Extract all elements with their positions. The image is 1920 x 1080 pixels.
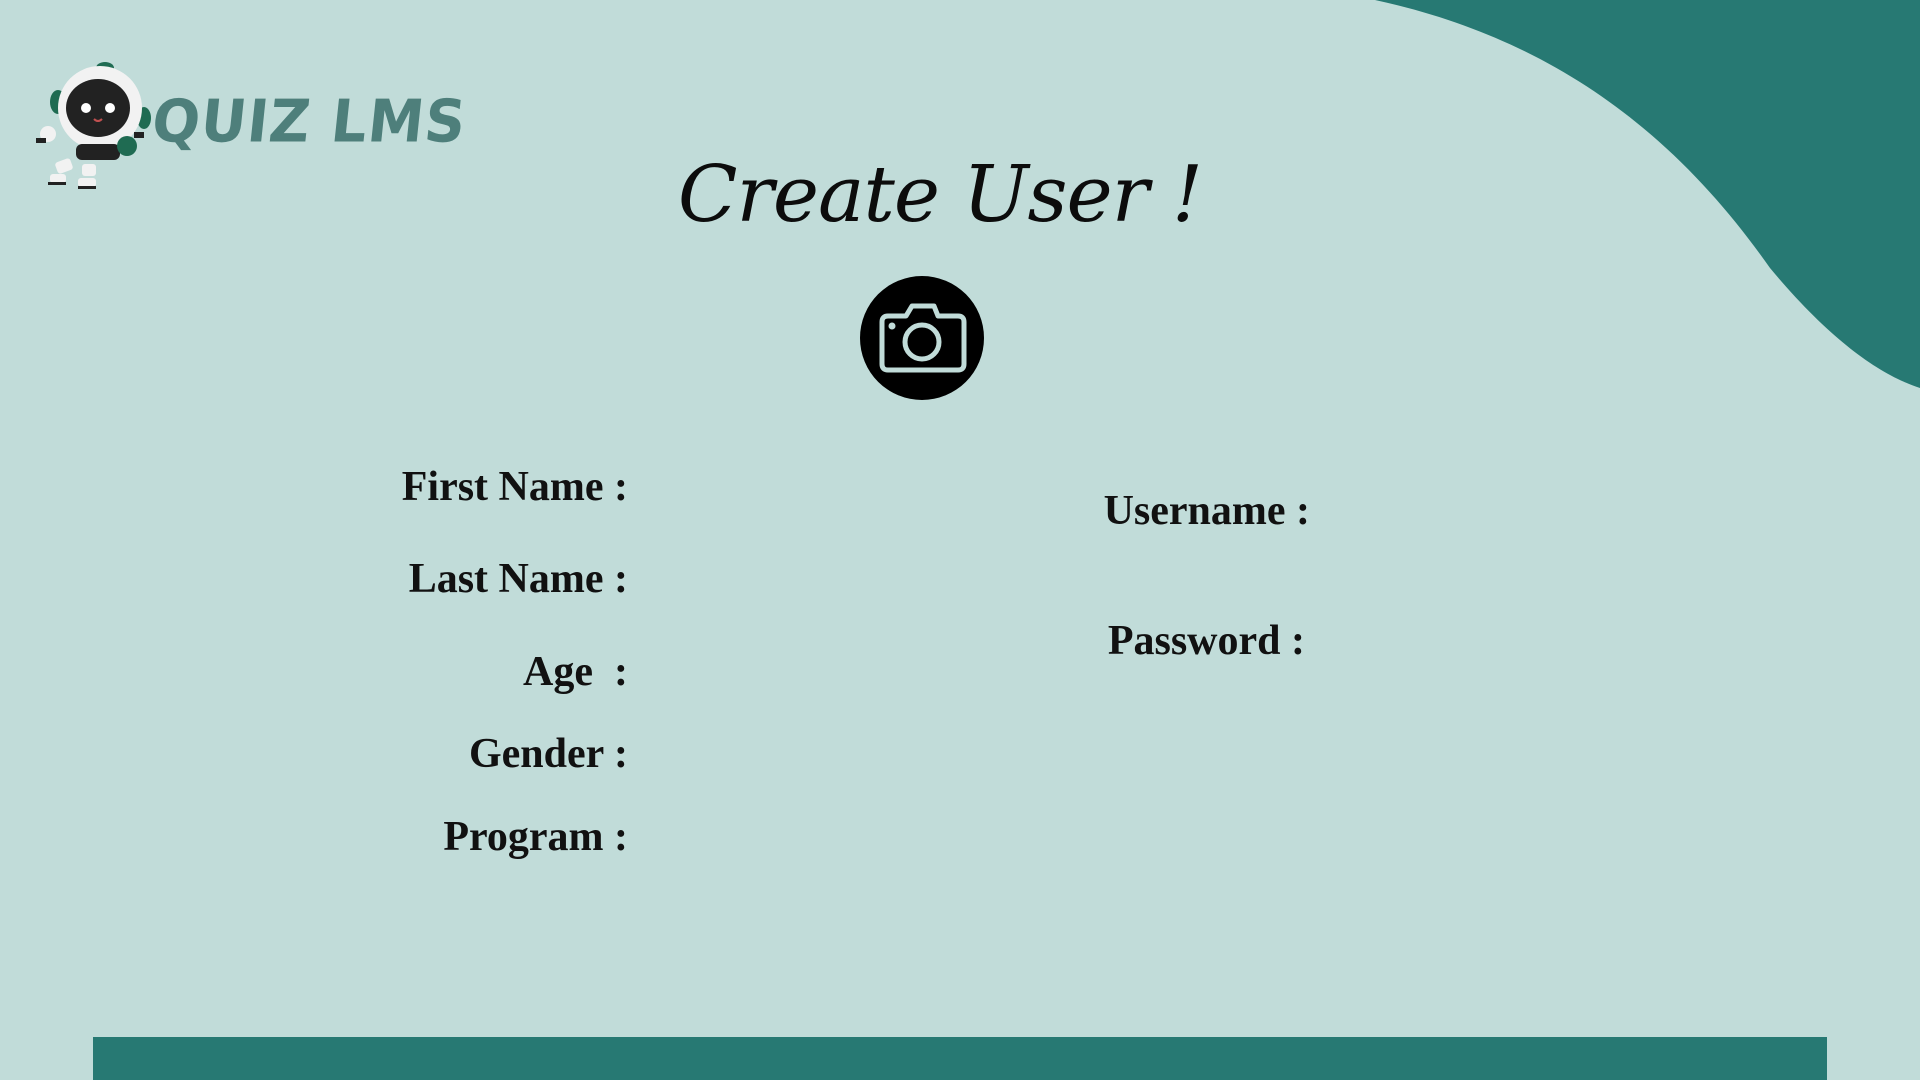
footer-bar: [93, 1037, 1827, 1080]
last-name-label: Last Name :: [408, 556, 628, 602]
last-name-input[interactable]: [648, 554, 1040, 602]
password-input[interactable]: [1330, 616, 1762, 664]
program-input[interactable]: [648, 812, 1040, 860]
gender-input[interactable]: [648, 729, 1040, 777]
program-label: Program :: [443, 814, 628, 860]
app-name: QUIZ LMS: [148, 88, 470, 157]
first-name-label: First Name :: [401, 464, 628, 510]
username-label: Username :: [1103, 488, 1310, 534]
username-input[interactable]: [1330, 486, 1762, 534]
camera-icon: [879, 303, 967, 373]
gender-label: Gender :: [468, 731, 628, 777]
password-label: Password :: [1107, 618, 1305, 664]
upload-photo-button[interactable]: [860, 276, 984, 400]
age-input[interactable]: [648, 647, 1040, 695]
age-label: Age :: [523, 649, 628, 695]
page-title: Create User !: [677, 150, 1203, 240]
first-name-input[interactable]: [648, 462, 1040, 510]
